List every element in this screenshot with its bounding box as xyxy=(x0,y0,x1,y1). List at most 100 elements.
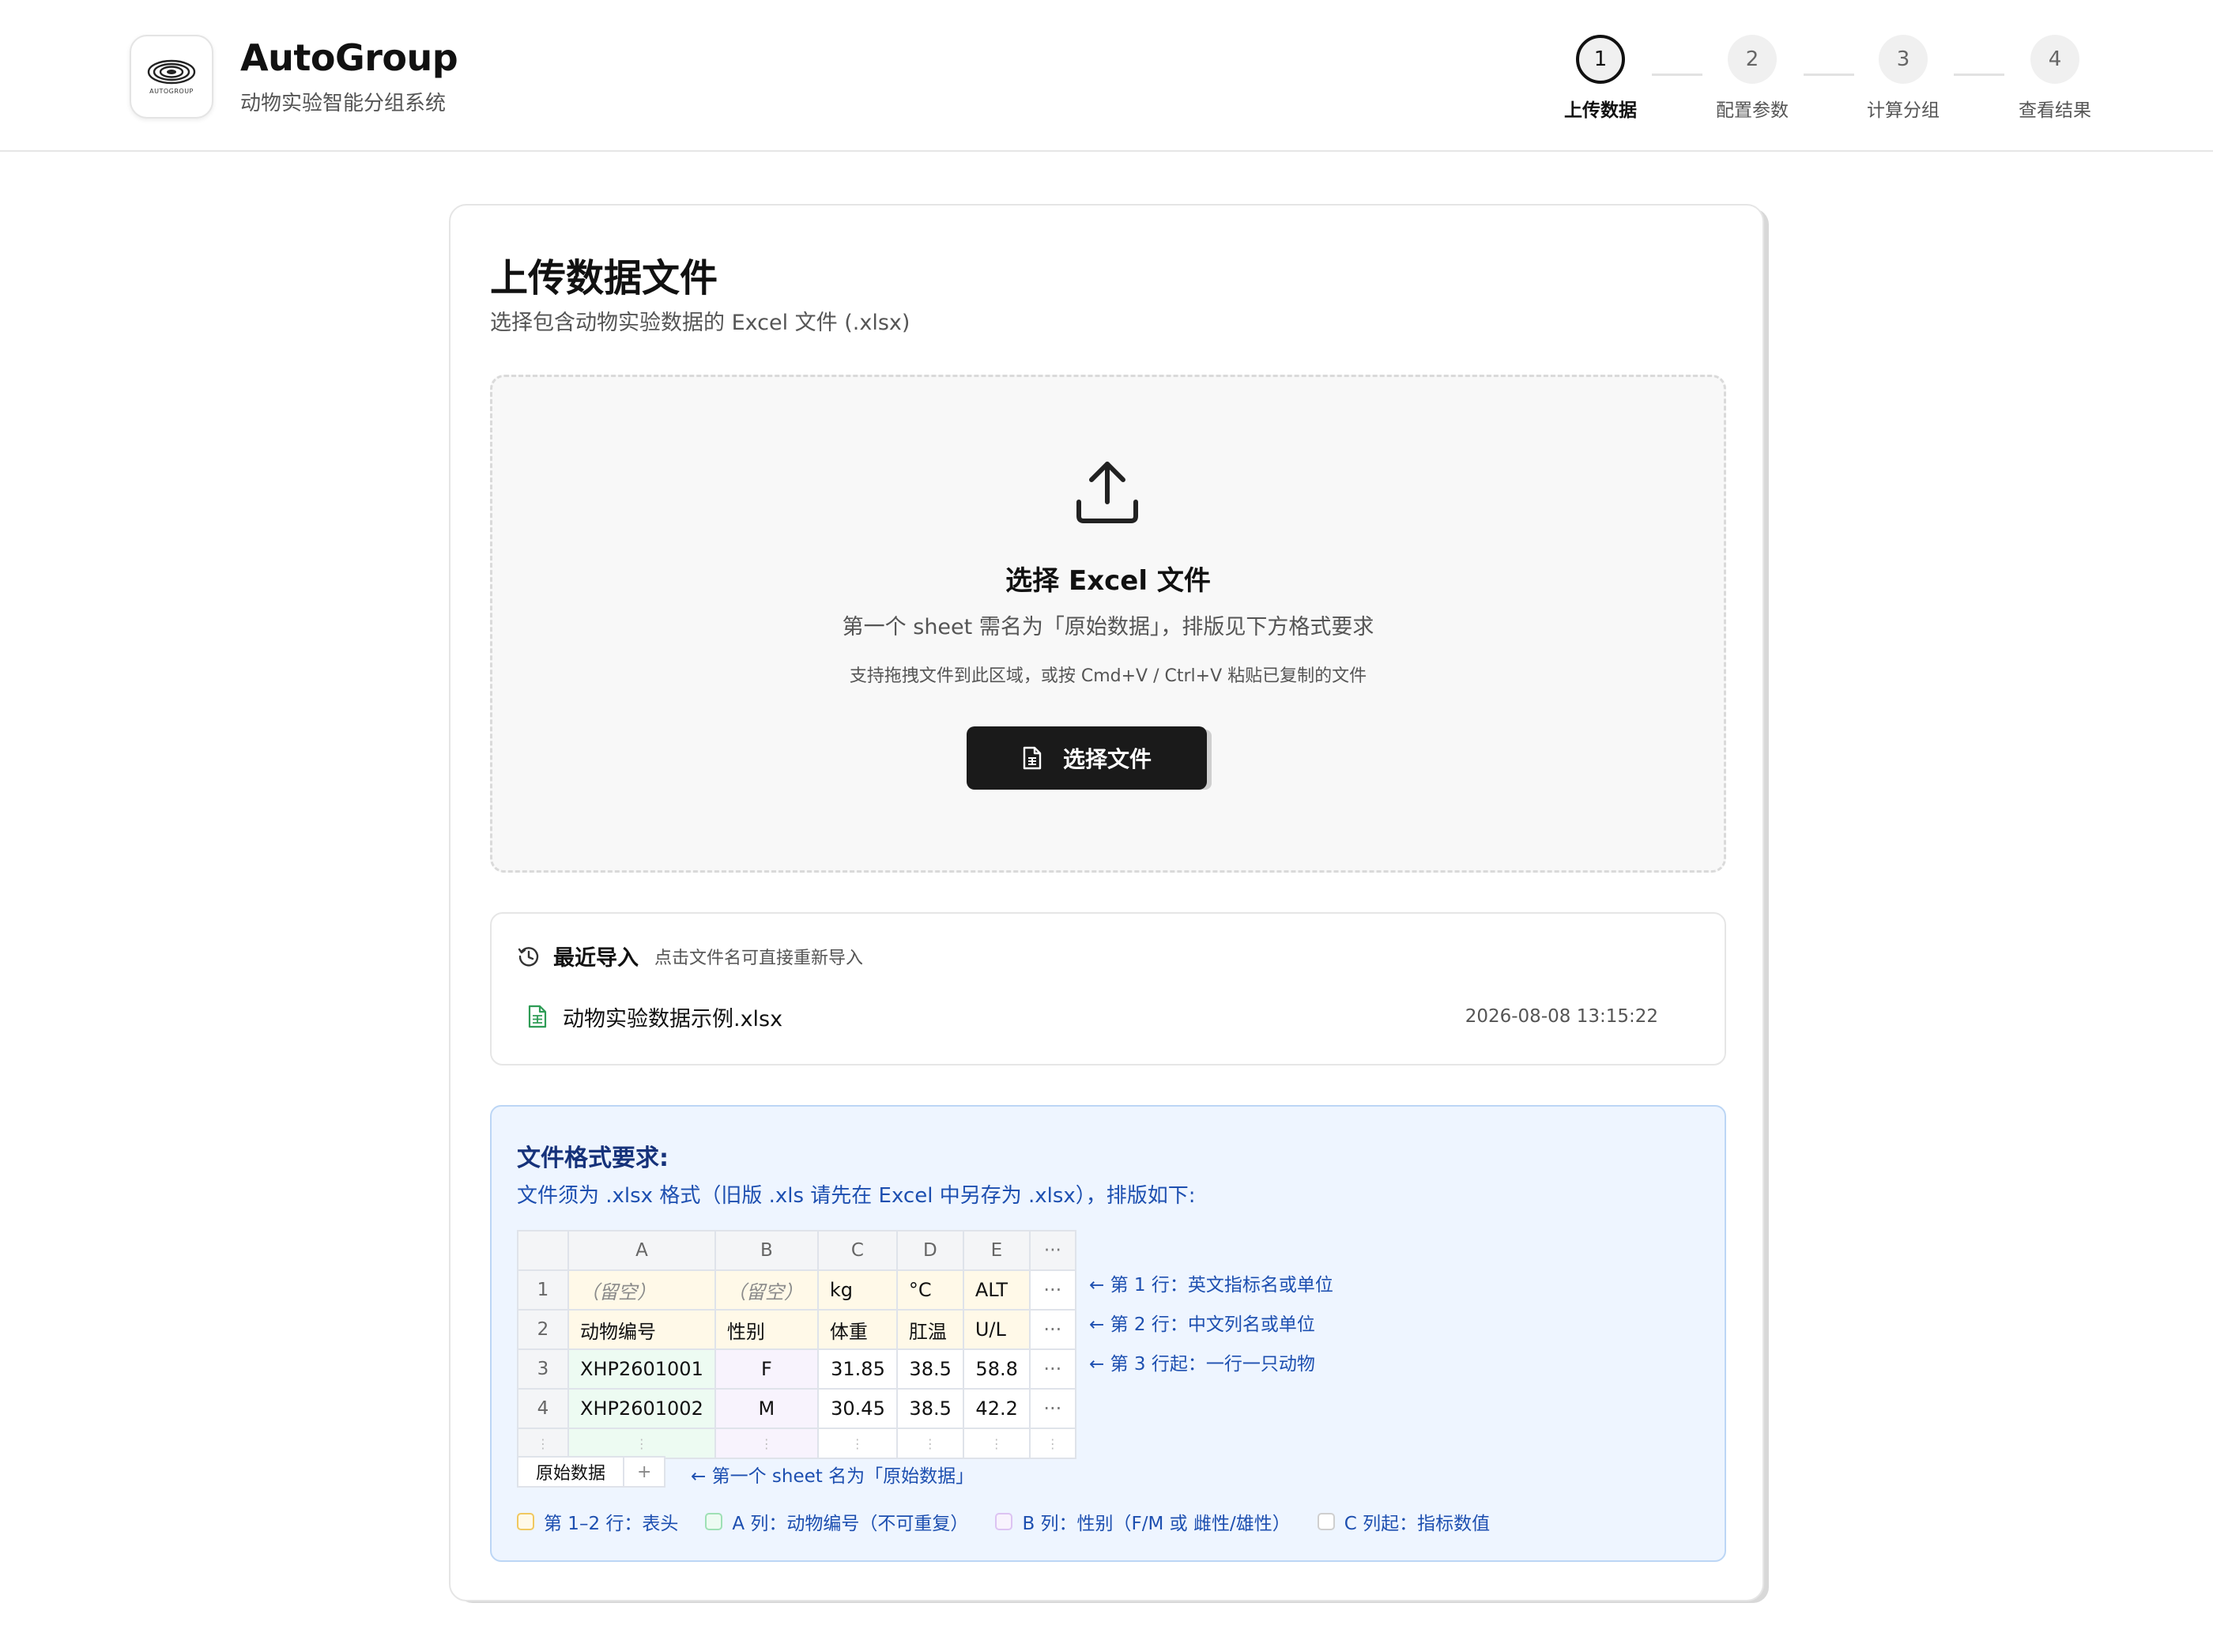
format-requirements: 文件格式要求: 文件须为 .xlsx 格式（旧版 .xls 请先在 Excel … xyxy=(490,1105,1726,1562)
row-number: 3 xyxy=(517,1348,569,1390)
continuation-cell: ⋮ xyxy=(895,1428,964,1459)
column-header-row: A B C D E ··· xyxy=(517,1230,1076,1271)
table-cell: ··· xyxy=(1028,1388,1076,1429)
continuation-cell: ⋮ xyxy=(714,1428,819,1459)
page-subtitle: 选择包含动物实验数据的 Excel 文件 (.xlsx) xyxy=(490,311,910,335)
table-cell: ··· xyxy=(1028,1309,1076,1350)
stepper: 1 上传数据 2 配置参数 3 计算分组 4 查看结果 xyxy=(0,35,2213,122)
recent-file-item[interactable]: 动物实验数据示例.xlsx 2026-08-08 13:15:22 xyxy=(528,1001,1658,1032)
step-1[interactable]: 1 上传数据 xyxy=(1545,35,1656,122)
legend-item: B 列：性别（F/M 或 雌性/雄性） xyxy=(995,1508,1291,1535)
row-number: 1 xyxy=(517,1269,569,1311)
table-cell: F xyxy=(714,1348,819,1390)
continuation-cell: ⋮ xyxy=(1028,1428,1076,1459)
legend-label: A 列：动物编号（不可重复） xyxy=(732,1514,969,1534)
legend-label: 第 1–2 行：表头 xyxy=(544,1514,679,1534)
step-connector xyxy=(1954,74,2004,76)
spreadsheet-example: A B C D E ··· 1 （留空） （留空） kg °C ALT ··· … xyxy=(517,1230,1076,1459)
column-header: E xyxy=(962,1230,1031,1271)
continuation-cell: ⋮ xyxy=(962,1428,1031,1459)
step-3[interactable]: 3 计算分组 xyxy=(1848,35,1959,122)
table-cell: 性别 xyxy=(714,1309,819,1350)
legend-swatch xyxy=(995,1513,1013,1530)
sheet-tab-original-data: 原始数据 xyxy=(517,1456,625,1488)
table-cell: （留空） xyxy=(567,1269,716,1311)
table-cell: 体重 xyxy=(816,1309,898,1350)
step-number: 1 xyxy=(1576,35,1625,84)
format-description: 文件须为 .xlsx 格式（旧版 .xls 请先在 Excel 中另存为 .xl… xyxy=(517,1184,1196,1208)
table-cell: ··· xyxy=(1028,1269,1076,1311)
table-cell: 42.2 xyxy=(962,1388,1031,1429)
legend-label: C 列起：指标数值 xyxy=(1344,1514,1491,1534)
row-note: ← 第 3 行起：一行一只动物 xyxy=(1089,1354,1315,1375)
table-cell: 31.85 xyxy=(816,1348,898,1390)
upload-icon xyxy=(1076,462,1138,523)
step-label: 上传数据 xyxy=(1564,100,1637,121)
column-header: A xyxy=(567,1230,716,1271)
recent-title: 最近导入 xyxy=(553,946,639,971)
file-icon xyxy=(1023,746,1042,770)
file-dropzone[interactable]: 选择 Excel 文件 第一个 sheet 需名为「原始数据」，排版见下方格式要… xyxy=(490,375,1726,873)
table-cell: °C xyxy=(895,1269,964,1311)
table-cell: 58.8 xyxy=(962,1348,1031,1390)
legend-label: B 列：性别（F/M 或 雌性/雄性） xyxy=(1022,1514,1291,1534)
page-title: 上传数据文件 xyxy=(490,256,718,300)
app-header: AUTOGROUP AutoGroup 动物实验智能分组系统 1 上传数据 2 … xyxy=(0,0,2213,152)
table-cell: （留空） xyxy=(714,1269,819,1311)
step-number: 2 xyxy=(1728,35,1777,84)
continuation-row: ⋮ ⋮ ⋮ ⋮ ⋮ ⋮ ⋮ xyxy=(517,1428,1076,1459)
legend-item: A 列：动物编号（不可重复） xyxy=(705,1508,968,1535)
recent-header: 最近导入 点击文件名可直接重新导入 xyxy=(517,941,863,971)
legend-item: 第 1–2 行：表头 xyxy=(517,1508,678,1535)
spreadsheet-icon xyxy=(528,1005,547,1028)
table-cell: 38.5 xyxy=(895,1388,964,1429)
select-file-label: 选择文件 xyxy=(1062,746,1152,772)
legend: 第 1–2 行：表头 A 列：动物编号（不可重复） B 列：性别（F/M 或 雌… xyxy=(517,1508,1517,1535)
column-header: D xyxy=(895,1230,964,1271)
select-file-button[interactable]: 选择文件 xyxy=(967,726,1207,790)
table-cell: 30.45 xyxy=(816,1388,898,1429)
table-cell: 38.5 xyxy=(895,1348,964,1390)
legend-swatch xyxy=(705,1513,723,1530)
recent-imports: 最近导入 点击文件名可直接重新导入 动物实验数据示例.xlsx 2026-08-… xyxy=(490,912,1726,1066)
step-label: 计算分组 xyxy=(1867,100,1940,121)
legend-item: C 列起：指标数值 xyxy=(1317,1508,1491,1535)
dropzone-description: 第一个 sheet 需名为「原始数据」，排版见下方格式要求 xyxy=(842,615,1374,639)
legend-swatch xyxy=(517,1513,534,1530)
table-row: 3 XHP2601001 F 31.85 38.5 58.8 ··· xyxy=(517,1348,1076,1390)
step-label: 配置参数 xyxy=(1716,100,1789,121)
column-header: B xyxy=(714,1230,819,1271)
table-row: 4 XHP2601002 M 30.45 38.5 42.2 ··· xyxy=(517,1388,1076,1429)
corner-cell xyxy=(517,1230,569,1271)
row-number: 2 xyxy=(517,1309,569,1350)
row-note: ← 第 2 行：中文列名或单位 xyxy=(1089,1314,1315,1335)
table-cell: ··· xyxy=(1028,1348,1076,1390)
table-cell: ALT xyxy=(962,1269,1031,1311)
table-cell: XHP2601002 xyxy=(567,1388,716,1429)
table-cell: M xyxy=(714,1388,819,1429)
sheet-tabs: 原始数据 + xyxy=(517,1456,666,1488)
step-connector xyxy=(1652,74,1702,76)
history-icon xyxy=(518,946,539,966)
step-number: 4 xyxy=(2030,35,2079,84)
add-sheet-icon: + xyxy=(624,1456,666,1488)
column-header: C xyxy=(816,1230,898,1271)
upload-card: 上传数据文件 选择包含动物实验数据的 Excel 文件 (.xlsx) 选择 E… xyxy=(449,204,1764,1601)
table-cell: XHP2601001 xyxy=(567,1348,716,1390)
column-header: ··· xyxy=(1028,1230,1076,1271)
continuation-cell: ⋮ xyxy=(517,1428,569,1459)
format-title: 文件格式要求: xyxy=(517,1145,669,1172)
step-connector xyxy=(1804,74,1854,76)
continuation-cell: ⋮ xyxy=(816,1428,898,1459)
dropzone-hint: 支持拖拽文件到此区域，或按 Cmd+V / Ctrl+V 粘贴已复制的文件 xyxy=(849,666,1367,686)
recent-file-name[interactable]: 动物实验数据示例.xlsx xyxy=(563,1001,782,1032)
recent-tip: 点击文件名可直接重新导入 xyxy=(654,948,864,968)
step-label: 查看结果 xyxy=(2019,100,2091,121)
table-cell: kg xyxy=(816,1269,898,1311)
step-4[interactable]: 4 查看结果 xyxy=(2000,35,2110,122)
table-cell: 肛温 xyxy=(895,1309,964,1350)
table-row: 2 动物编号 性别 体重 肛温 U/L ··· xyxy=(517,1309,1076,1350)
sheet-note: ← 第一个 sheet 名为「原始数据」 xyxy=(691,1466,975,1487)
row-note: ← 第 1 行：英文指标名或单位 xyxy=(1089,1275,1333,1296)
step-2[interactable]: 2 配置参数 xyxy=(1697,35,1808,122)
